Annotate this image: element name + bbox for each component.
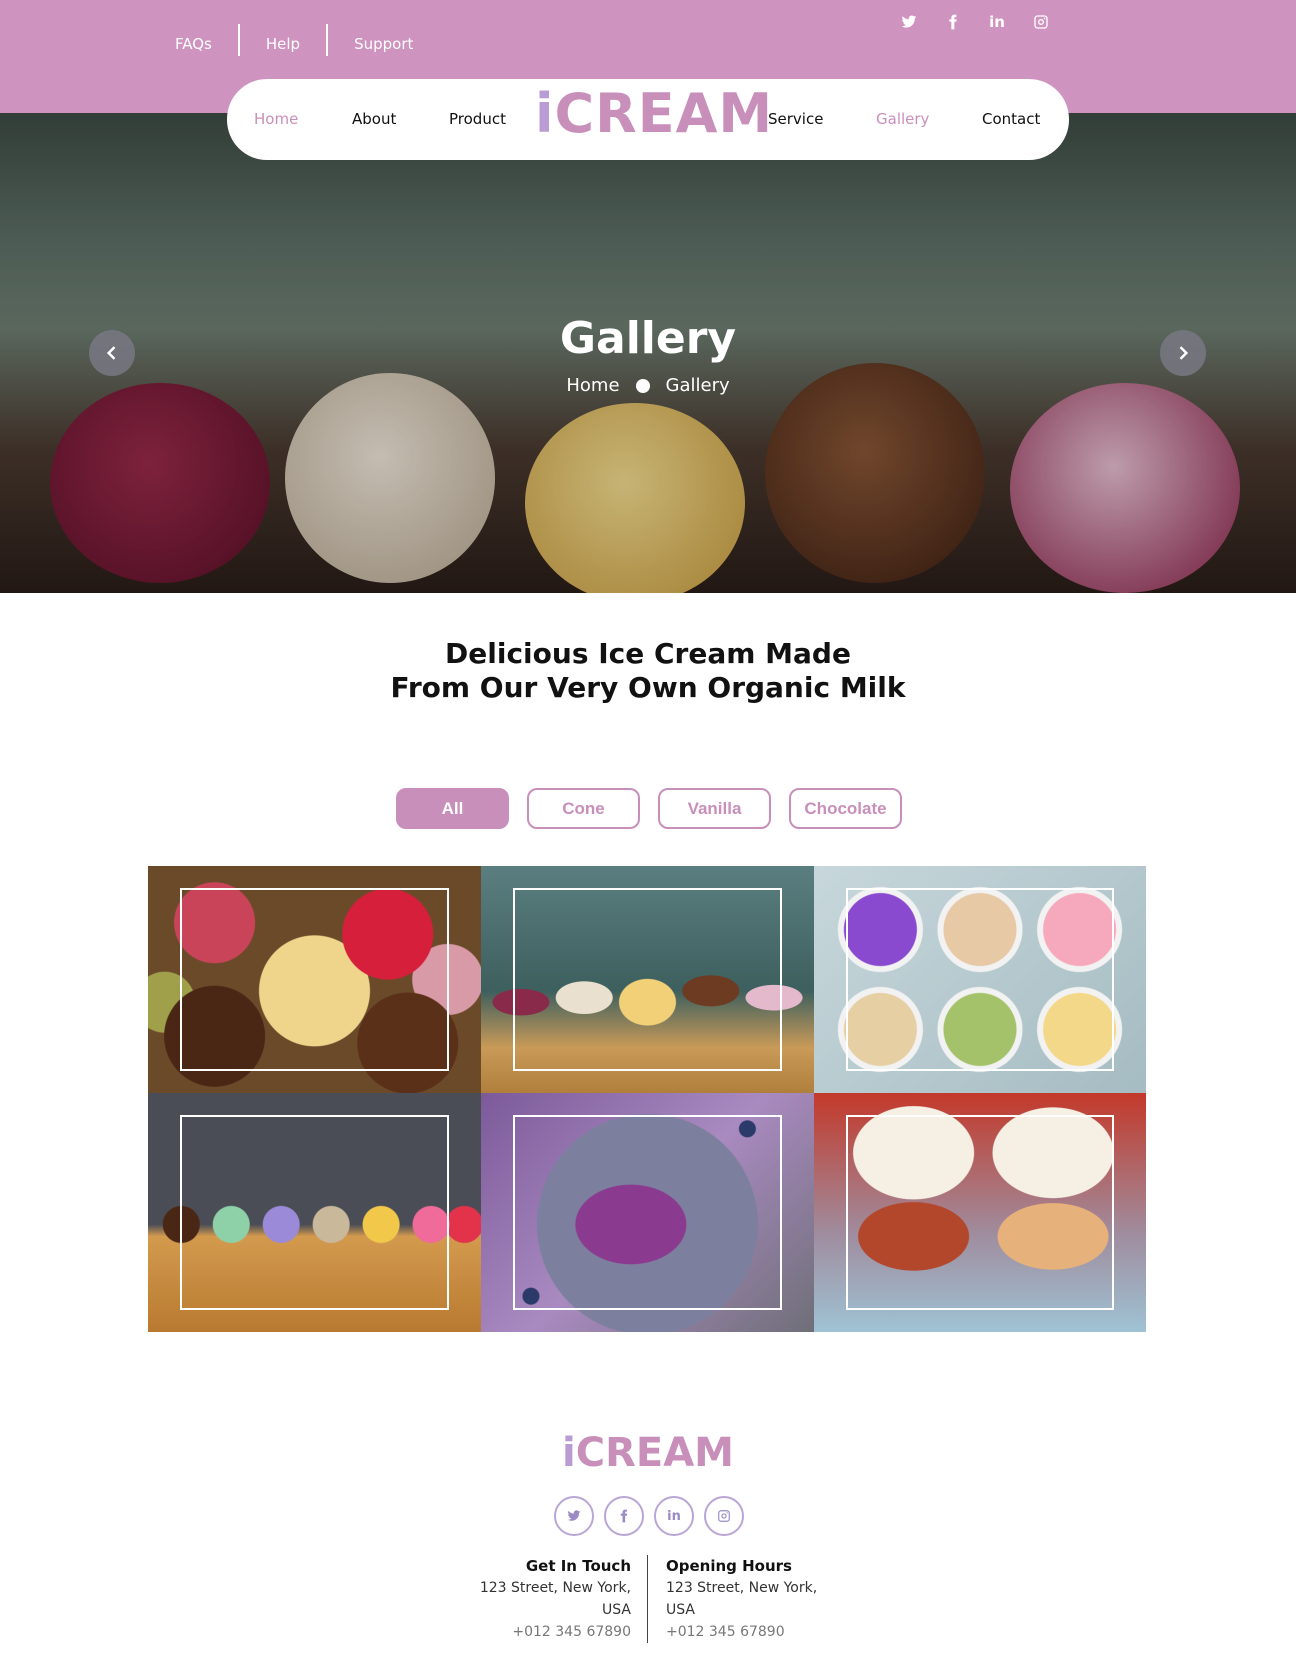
carousel-next-button[interactable] bbox=[1160, 330, 1206, 376]
filter-all-button[interactable]: All bbox=[396, 788, 509, 829]
footer-hours: Opening Hours 123 Street, New York, USA … bbox=[648, 1555, 848, 1643]
nav-about[interactable]: About bbox=[352, 110, 396, 128]
top-social-links: in bbox=[899, 12, 1051, 32]
gallery-item-frame bbox=[180, 888, 449, 1071]
filter-cone-button[interactable]: Cone bbox=[527, 788, 640, 829]
linkedin-icon[interactable]: in bbox=[987, 12, 1007, 32]
gallery-filters: All Cone Vanilla Chocolate bbox=[396, 788, 902, 829]
twitter-icon[interactable] bbox=[899, 12, 919, 32]
chevron-left-icon bbox=[106, 346, 116, 360]
breadcrumb-separator-icon bbox=[635, 378, 650, 393]
divider bbox=[326, 24, 329, 56]
gallery-item-frame bbox=[513, 888, 782, 1071]
main-navbar: Home About Product iCREAM Service Galler… bbox=[227, 79, 1069, 160]
gallery-item[interactable] bbox=[814, 1093, 1146, 1332]
linkedin-icon[interactable]: in bbox=[654, 1496, 694, 1536]
facebook-icon[interactable] bbox=[604, 1496, 644, 1536]
section-heading: Delicious Ice Cream Made From Our Very O… bbox=[0, 637, 1296, 705]
breadcrumb-home[interactable]: Home bbox=[566, 375, 619, 396]
site-logo[interactable]: iCREAM bbox=[535, 87, 773, 141]
nav-gallery[interactable]: Gallery bbox=[876, 110, 929, 128]
filter-vanilla-button[interactable]: Vanilla bbox=[658, 788, 771, 829]
support-link[interactable]: Support bbox=[354, 35, 413, 53]
divider bbox=[237, 24, 240, 56]
facebook-icon[interactable] bbox=[943, 12, 963, 32]
nav-service[interactable]: Service bbox=[768, 110, 823, 128]
chevron-right-icon bbox=[1179, 346, 1189, 360]
nav-product[interactable]: Product bbox=[449, 110, 506, 128]
heading-line-1: Delicious Ice Cream Made bbox=[445, 637, 851, 670]
footer-social-links: in bbox=[554, 1496, 744, 1536]
hours-address: 123 Street, New York, USA bbox=[666, 1580, 818, 1618]
footer-logo[interactable]: iCREAM bbox=[0, 1430, 1296, 1476]
gallery-item-frame bbox=[513, 1115, 782, 1310]
top-links: FAQs Help Support bbox=[175, 24, 413, 60]
instagram-icon[interactable] bbox=[704, 1496, 744, 1536]
footer-contact: Get In Touch 123 Street, New York, USA +… bbox=[448, 1555, 648, 1643]
filter-chocolate-button[interactable]: Chocolate bbox=[789, 788, 902, 829]
gallery-grid bbox=[148, 866, 1146, 1332]
breadcrumb-current: Gallery bbox=[665, 375, 730, 396]
gallery-item-frame bbox=[846, 888, 1114, 1071]
contact-phone: +012 345 67890 bbox=[512, 1624, 631, 1640]
gallery-item[interactable] bbox=[148, 866, 481, 1093]
nav-contact[interactable]: Contact bbox=[982, 110, 1040, 128]
contact-address: 123 Street, New York, USA bbox=[479, 1580, 631, 1618]
nav-home[interactable]: Home bbox=[254, 110, 298, 128]
gallery-item-frame bbox=[180, 1115, 449, 1310]
gallery-item-frame bbox=[846, 1115, 1114, 1310]
carousel-prev-button[interactable] bbox=[89, 330, 135, 376]
twitter-icon[interactable] bbox=[554, 1496, 594, 1536]
gallery-item[interactable] bbox=[481, 866, 814, 1093]
hours-title: Opening Hours bbox=[666, 1557, 792, 1575]
faqs-link[interactable]: FAQs bbox=[175, 35, 212, 53]
help-link[interactable]: Help bbox=[266, 35, 300, 53]
heading-line-2: From Our Very Own Organic Milk bbox=[390, 671, 906, 704]
hours-phone: +012 345 67890 bbox=[666, 1624, 785, 1640]
gallery-item[interactable] bbox=[481, 1093, 814, 1332]
contact-title: Get In Touch bbox=[525, 1557, 631, 1575]
footer-info: Get In Touch 123 Street, New York, USA +… bbox=[0, 1555, 1296, 1643]
instagram-icon[interactable] bbox=[1031, 12, 1051, 32]
breadcrumb: Home Gallery bbox=[0, 375, 1296, 396]
gallery-item[interactable] bbox=[148, 1093, 481, 1332]
hero-title: Gallery bbox=[559, 313, 737, 364]
gallery-item[interactable] bbox=[814, 866, 1146, 1093]
hero-banner: Gallery Home Gallery bbox=[0, 113, 1296, 593]
